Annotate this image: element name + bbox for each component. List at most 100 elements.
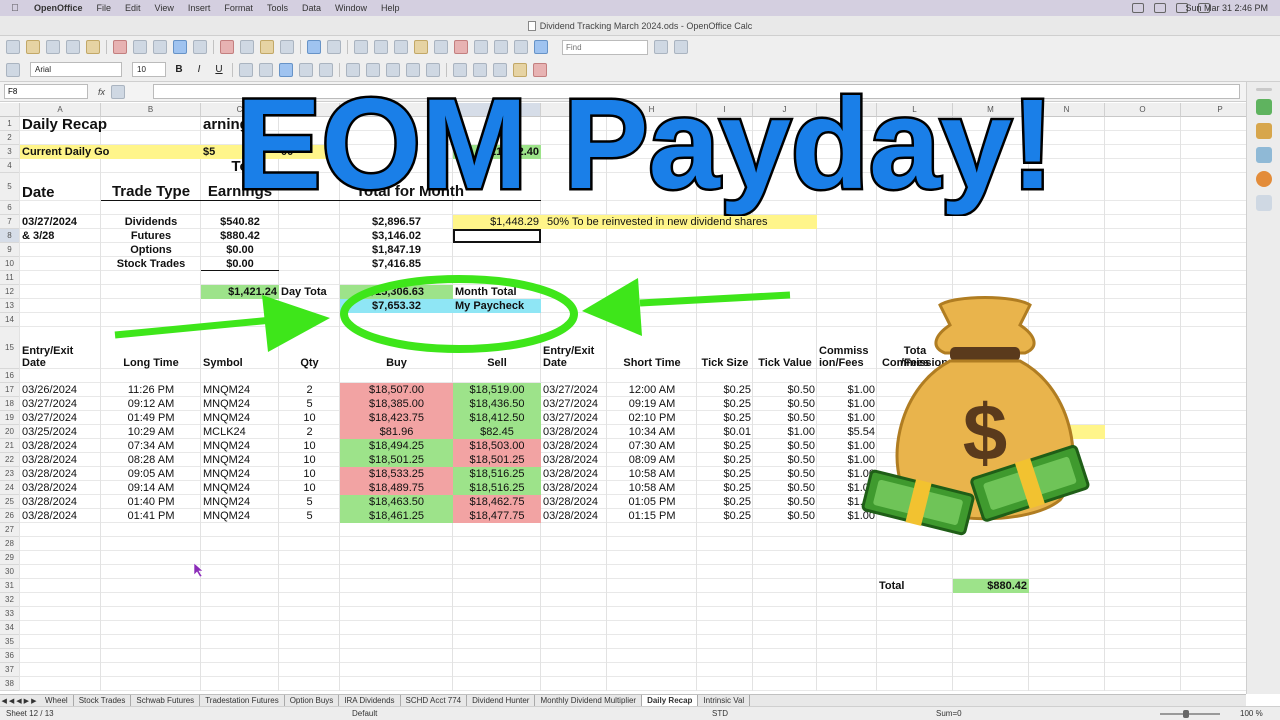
trade-buy[interactable]: $18,423.75 [340,411,453,425]
row-header-9[interactable]: 9 [0,243,20,257]
find-next-icon[interactable] [654,40,668,54]
trade-short-time[interactable]: 01:15 PM [607,509,697,523]
row-header-12[interactable]: 12 [0,285,20,299]
gallery-icon[interactable] [474,40,488,54]
row-header-26[interactable]: 26 [0,509,20,523]
row-header-27[interactable]: 27 [0,523,20,537]
trade-tick-value[interactable]: $0.50 [753,411,817,425]
add-decimal-icon[interactable] [406,62,420,77]
menu-tools[interactable]: Tools [267,3,288,13]
row-header-33[interactable]: 33 [0,607,20,621]
menu-format[interactable]: Format [224,3,253,13]
sort-descending-icon[interactable] [394,40,408,54]
trade-symbol[interactable]: MNQM24 [201,509,279,523]
trade-tick-value[interactable]: $0.50 [753,383,817,397]
trade-sell[interactable]: $82.45 [453,425,541,439]
row-header-13[interactable]: 13 [0,299,20,313]
menu-help[interactable]: Help [381,3,400,13]
percent-format-icon[interactable] [366,62,380,77]
menubar-clock[interactable]: Sun Mar 31 2:46 PM [1185,0,1268,16]
trade-tick-value[interactable]: $0.50 [753,453,817,467]
status-page-style[interactable]: Default [352,709,377,718]
navigator-side-icon[interactable] [1255,171,1272,187]
trade-long-time[interactable]: 08:28 AM [101,453,201,467]
menu-data[interactable]: Data [302,3,321,13]
row-header-14[interactable]: 14 [0,313,20,327]
merge-cells-icon[interactable] [319,62,333,77]
trades-header-symbol[interactable]: Symbol [201,327,279,369]
trade-exit-date[interactable]: 03/27/2024 [541,383,607,397]
total-value[interactable]: $880.42 [953,579,1029,593]
trade-type-cell[interactable]: Options [101,243,201,257]
increase-indent-icon[interactable] [473,62,487,77]
undo-icon[interactable] [307,40,321,54]
find-replace-icon[interactable] [434,40,448,54]
month-total-cell[interactable]: $2,896.57 [340,215,453,229]
trade-long-time[interactable]: 01:41 PM [101,509,201,523]
trade-buy[interactable]: $18,507.00 [340,383,453,397]
trade-qty[interactable]: 5 [279,397,340,411]
trade-short-time[interactable]: 08:09 AM [607,453,697,467]
trade-exit-date[interactable]: 03/28/2024 [541,481,607,495]
trade-type-cell[interactable]: Dividends [101,215,201,229]
font-name-select[interactable]: Arial [30,62,122,77]
paycheck-value[interactable]: $7,653.32 [340,299,453,313]
spellcheck-icon[interactable] [173,40,187,54]
trade-entry-date[interactable]: 03/28/2024 [20,453,101,467]
print-icon[interactable] [133,40,147,54]
trade-buy[interactable]: $18,489.75 [340,481,453,495]
trade-tick-value[interactable]: $0.50 [753,481,817,495]
trade-sell[interactable]: $18,462.75 [453,495,541,509]
email-icon[interactable] [66,40,80,54]
bold-button[interactable]: B [172,63,186,77]
trade-buy[interactable]: $18,385.00 [340,397,453,411]
align-right-icon[interactable] [279,62,293,77]
month-total-cell[interactable]: $7,416.85 [340,257,453,271]
sidebar-menu-icon[interactable] [1255,88,1272,91]
trade-short-time[interactable]: 02:10 PM [607,411,697,425]
properties-icon[interactable] [1255,99,1272,115]
trades-header-long-time[interactable]: Long Time [101,327,201,369]
row-header-16[interactable]: 16 [0,369,20,383]
trade-entry-date[interactable]: 03/28/2024 [20,509,101,523]
trade-tick-size[interactable]: $0.25 [697,453,753,467]
earnings-cell[interactable]: $0.00 [201,257,279,271]
trade-symbol[interactable]: MNQM24 [201,495,279,509]
apple-icon[interactable]:  [8,3,22,14]
trade-exit-date[interactable]: 03/28/2024 [541,453,607,467]
trade-tick-size[interactable]: $0.25 [697,509,753,523]
trade-long-time[interactable]: 01:40 PM [101,495,201,509]
styles-icon[interactable] [6,62,20,77]
name-box[interactable]: F8 [4,84,88,99]
row-header-2[interactable]: 2 [0,131,20,145]
row-header-4[interactable]: 4 [0,159,20,173]
row-header-21[interactable]: 21 [0,439,20,453]
font-color-icon[interactable] [533,62,547,77]
sheet-tab[interactable]: Option Buys [285,694,340,707]
trade-qty[interactable]: 2 [279,425,340,439]
sheet-tab[interactable]: Monthly Dividend Multiplier [535,694,643,707]
battery-icon[interactable] [1154,3,1166,13]
trade-symbol[interactable]: MCLK24 [201,425,279,439]
day-total-label[interactable]: Day Tota [279,285,340,299]
trade-symbol[interactable]: MNQM24 [201,439,279,453]
month-total-label[interactable]: Month Total [453,285,541,299]
trade-buy[interactable]: $18,494.25 [340,439,453,453]
row-header-28[interactable]: 28 [0,537,20,551]
trades-header-buy[interactable]: Buy [340,327,453,369]
row-header-25[interactable]: 25 [0,495,20,509]
trade-tick-size[interactable]: $0.25 [697,467,753,481]
trade-tick-size[interactable]: $0.25 [697,411,753,425]
trade-exit-date[interactable]: 03/27/2024 [541,411,607,425]
trade-sell[interactable]: $18,501.25 [453,453,541,467]
data-sources-icon[interactable] [494,40,508,54]
sheet-tab[interactable]: Tradestation Futures [200,694,285,707]
sheet-tab[interactable]: Schwab Futures [131,694,201,707]
italic-button[interactable]: I [192,63,206,77]
trade-short-time[interactable]: 10:58 AM [607,481,697,495]
autospell-icon[interactable] [193,40,207,54]
trade-qty[interactable]: 5 [279,495,340,509]
row-header-35[interactable]: 35 [0,635,20,649]
gallery-side-icon[interactable] [1255,147,1272,163]
trade-long-time[interactable]: 10:29 AM [101,425,201,439]
